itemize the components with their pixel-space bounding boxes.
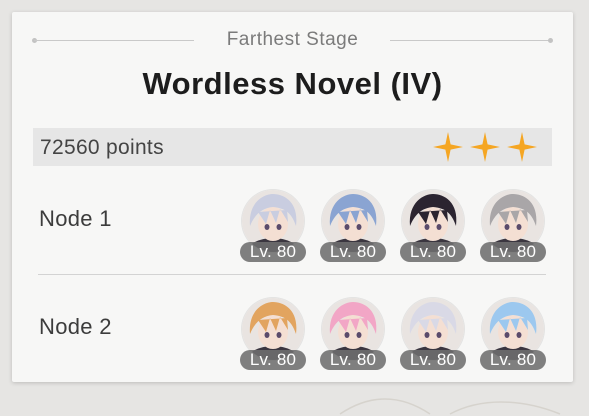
node-label: Node 1 (39, 206, 112, 231)
star-rating (427, 131, 538, 163)
node-label: Node 2 (39, 314, 112, 339)
level-badge: Lv. 80 (240, 242, 306, 262)
score-bar: 72560 points (33, 128, 552, 166)
node-row: Node 1 Lv. 80 Lv. 80 Lv. 80 Lv. 80 (12, 182, 573, 262)
character-slot[interactable]: Lv. 80 (240, 190, 306, 264)
level-badge: Lv. 80 (400, 350, 466, 370)
level-badge: Lv. 80 (320, 242, 386, 262)
header-dot-right (548, 38, 553, 43)
node-team: Lv. 80 Lv. 80 Lv. 80 Lv. 80 (240, 298, 550, 372)
stage-title: Wordless Novel (IV) (142, 66, 443, 101)
star-icon (470, 132, 500, 162)
character-slot[interactable]: Lv. 80 (400, 298, 466, 372)
character-slot[interactable]: Lv. 80 (320, 190, 386, 264)
level-badge: Lv. 80 (400, 242, 466, 262)
node-team: Lv. 80 Lv. 80 Lv. 80 Lv. 80 (240, 190, 550, 264)
character-slot[interactable]: Lv. 80 (480, 298, 546, 372)
card-header: Farthest Stage (12, 28, 573, 52)
level-badge: Lv. 80 (320, 350, 386, 370)
star-icon (507, 132, 537, 162)
level-badge: Lv. 80 (480, 242, 546, 262)
header-divider-right (390, 40, 550, 41)
character-slot[interactable]: Lv. 80 (320, 298, 386, 372)
character-slot[interactable]: Lv. 80 (240, 298, 306, 372)
node-row: Node 2 Lv. 80 Lv. 80 Lv. 80 Lv. 80 (12, 290, 573, 370)
character-slot[interactable]: Lv. 80 (480, 190, 546, 264)
background-decoration (339, 398, 561, 415)
character-slot[interactable]: Lv. 80 (400, 190, 466, 264)
star-icon (433, 132, 463, 162)
node-divider (38, 274, 546, 275)
level-badge: Lv. 80 (240, 350, 306, 370)
stage-record-card: Farthest Stage Wordless Novel (IV) 72560… (12, 12, 573, 382)
level-badge: Lv. 80 (480, 350, 546, 370)
score-points: 72560 points (40, 136, 164, 159)
